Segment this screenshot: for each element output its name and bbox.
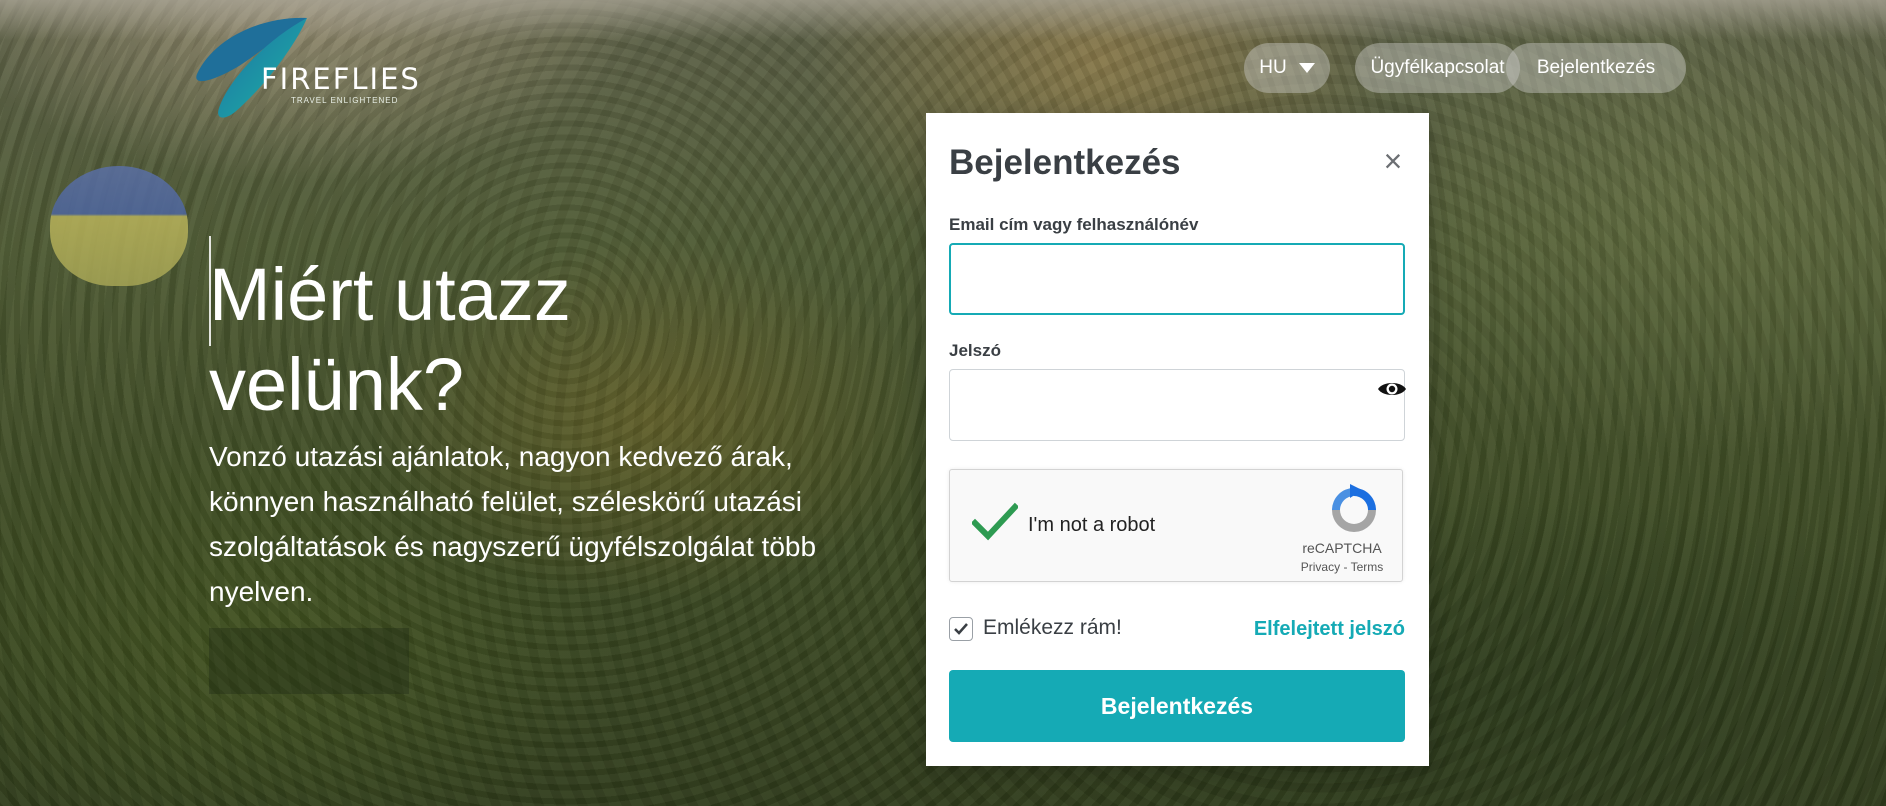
recaptcha-links: Privacy - Terms — [1282, 560, 1402, 574]
login-modal: Bejelentkezés × Email cím vagy felhaszná… — [926, 113, 1429, 766]
email-label: Email cím vagy felhasználónév — [949, 215, 1199, 234]
recaptcha-checkmark-icon[interactable] — [972, 502, 1018, 542]
nav-login-label: Bejelentkezés — [1536, 57, 1656, 78]
brand-tagline: TRAVEL ENLIGHTENED — [291, 96, 399, 105]
remember-me-label[interactable]: Emlékezz rám! — [983, 616, 1122, 640]
email-field[interactable] — [949, 243, 1405, 315]
remember-me-checkbox[interactable] — [949, 617, 973, 641]
hot-air-balloon — [50, 166, 188, 286]
check-icon — [954, 623, 968, 635]
recaptcha-separator: - — [1343, 560, 1348, 574]
hero-subtitle: Vonzó utazási ajánlatok, nagyon kedvező … — [209, 441, 817, 607]
recaptcha-privacy-link[interactable]: Privacy — [1301, 560, 1340, 574]
show-password-eye-icon[interactable] — [1377, 379, 1407, 399]
recaptcha-brand: reCAPTCHA — [1302, 540, 1382, 556]
language-selector[interactable]: HU — [1244, 43, 1330, 93]
password-field[interactable] — [949, 369, 1405, 441]
hero-title: Miért utazz velünk? — [209, 253, 571, 426]
login-submit-button[interactable]: Bejelentkezés — [949, 670, 1405, 742]
close-icon[interactable]: × — [1379, 145, 1407, 177]
password-label: Jelszó — [949, 341, 1001, 360]
forgot-password-link[interactable]: Elfelejtett jelszó — [1254, 618, 1405, 641]
recaptcha-widget: I'm not a robot reCAPTCHA Privacy - Term… — [949, 469, 1403, 582]
hero-button-shadow — [209, 628, 409, 694]
language-label: HU — [1259, 57, 1287, 78]
chevron-down-icon — [1298, 63, 1315, 73]
recaptcha-label: I'm not a robot — [1028, 514, 1156, 536]
nav-login-button[interactable]: Bejelentkezés — [1506, 43, 1686, 93]
recaptcha-terms-link[interactable]: Terms — [1351, 560, 1384, 574]
brand-name: FIREFLIES — [261, 62, 421, 96]
recaptcha-logo-icon — [1332, 484, 1376, 532]
brand-logo[interactable]: FIREFLIES TRAVEL ENLIGHTENED — [195, 16, 435, 120]
modal-title: Bejelentkezés — [949, 143, 1181, 182]
contact-label: Ügyfélkapcsolat — [1370, 57, 1505, 78]
contact-button[interactable]: Ügyfélkapcsolat — [1355, 43, 1520, 93]
